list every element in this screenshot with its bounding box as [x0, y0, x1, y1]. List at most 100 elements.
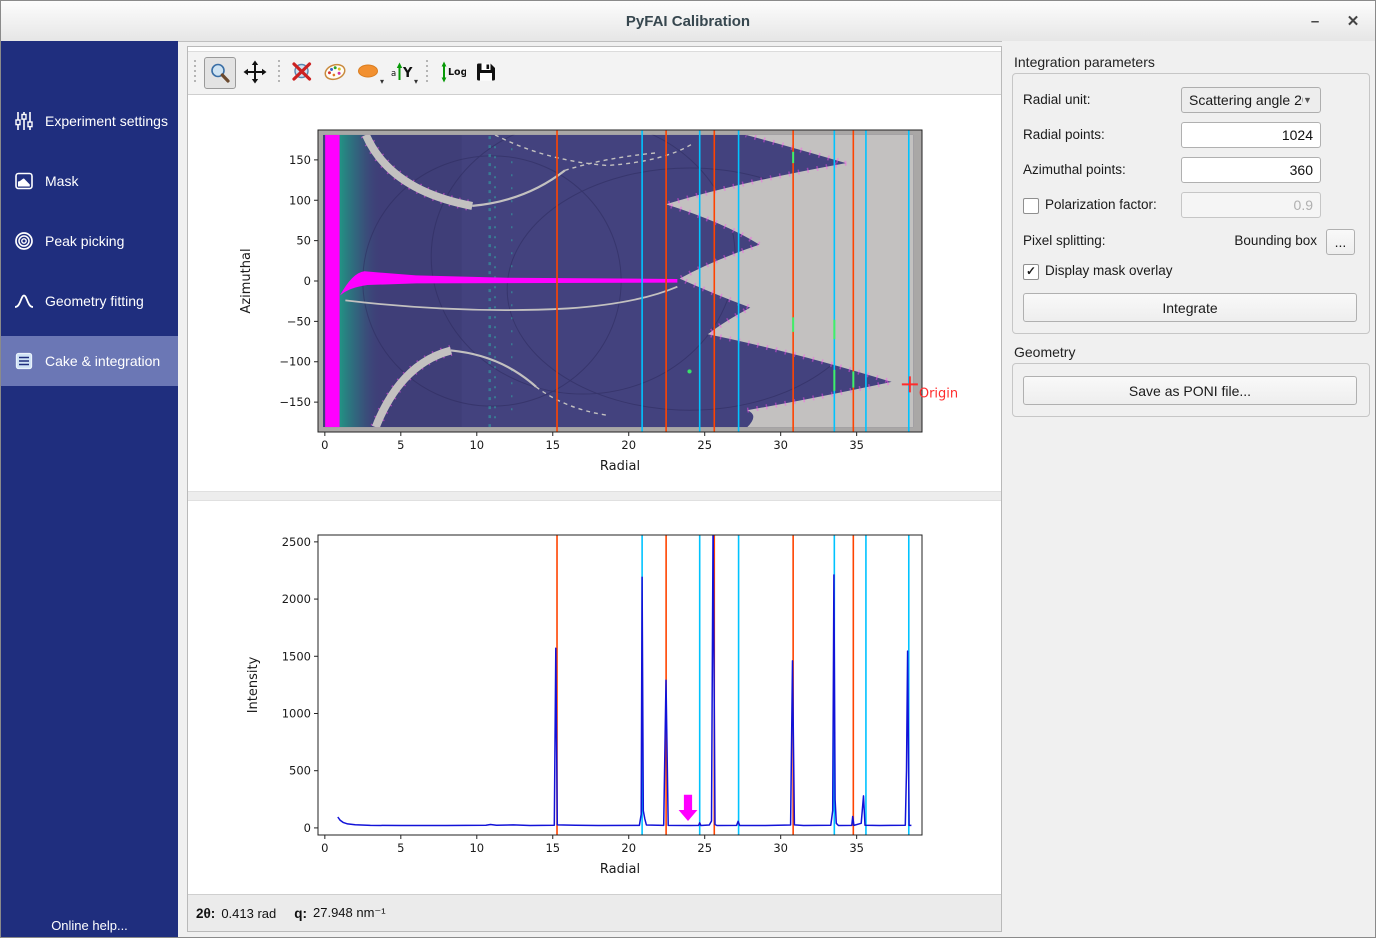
sidebar-item-experiment-settings[interactable]: Experiment settings — [1, 96, 178, 146]
svg-text:0: 0 — [321, 841, 328, 855]
cake-image — [323, 120, 913, 428]
toolbar-handle — [194, 60, 196, 84]
toolbar-separator — [426, 60, 428, 84]
toolbar-separator — [278, 60, 280, 84]
svg-text:5: 5 — [397, 841, 404, 855]
chevron-down-icon: ▼ — [1303, 95, 1312, 105]
mask-tool-button[interactable]: ▾ — [354, 57, 384, 87]
sidebar-item-mask[interactable]: Mask — [1, 156, 178, 206]
integrate-button[interactable]: Integrate — [1023, 293, 1357, 322]
svg-text:Intensity: Intensity — [246, 656, 261, 713]
status-bar: 2θ: 0.413 rad q: 27.948 nm⁻¹ — [188, 894, 1001, 931]
y-axis-autoscale-icon: a Y — [390, 60, 416, 84]
pan-tool-button[interactable] — [240, 57, 270, 87]
zoom-reset-icon — [290, 60, 314, 84]
pixel-splitting-label: Pixel splitting: — [1023, 228, 1106, 254]
svg-text:0: 0 — [304, 274, 311, 288]
peak-curve-icon — [14, 291, 34, 311]
plot-panel: ▾ a Y ▾ Log — [187, 46, 1002, 932]
svg-text:0: 0 — [304, 821, 311, 835]
svg-text:20: 20 — [621, 841, 636, 855]
svg-text:Radial: Radial — [600, 862, 640, 877]
sidebar-item-label: Peak picking — [45, 233, 124, 249]
svg-text:Radial: Radial — [600, 459, 640, 474]
save-plot-button[interactable] — [471, 57, 501, 87]
svg-text:25: 25 — [697, 841, 712, 855]
minimize-button[interactable]: – — [1301, 7, 1329, 35]
log-scale-button[interactable]: Log — [437, 57, 467, 87]
y-label: Y — [402, 66, 413, 81]
radial-points-label: Radial points: — [1023, 122, 1105, 148]
svg-text:−150: −150 — [279, 395, 311, 409]
log-label: Log — [448, 67, 466, 78]
svg-text:150: 150 — [289, 153, 311, 167]
radial-unit-select[interactable]: Scattering angle 2θ ▼ — [1181, 87, 1321, 113]
y-autoscale-button[interactable]: a Y ▾ — [388, 57, 418, 87]
zoom-reset-button[interactable] — [287, 57, 317, 87]
svg-text:1500: 1500 — [282, 649, 311, 663]
cake-plot-canvas[interactable]: 05101520253035150100500−50−100−150Radial… — [188, 93, 1003, 493]
masked-column — [325, 135, 339, 427]
svg-text:5: 5 — [397, 438, 404, 452]
ellipse-mask-icon — [356, 60, 382, 84]
app-window: PyFAI Calibration – ✕ Experiment setting… — [0, 0, 1376, 938]
q-value: 27.948 nm⁻¹ — [313, 905, 386, 921]
svg-text:25: 25 — [697, 438, 712, 452]
geometry-section-title: Geometry — [1014, 344, 1075, 360]
title-bar: PyFAI Calibration – ✕ — [1, 1, 1375, 42]
layers-icon — [14, 351, 34, 371]
sidebar-item-geometry-fitting[interactable]: Geometry fitting — [1, 276, 178, 326]
display-mask-label: Display mask overlay — [1045, 258, 1173, 284]
close-button[interactable]: ✕ — [1339, 7, 1367, 35]
svg-text:2500: 2500 — [282, 535, 311, 549]
geometry-groupbox: Save as PONI file... — [1012, 363, 1370, 417]
svg-text:Azimuthal: Azimuthal — [239, 248, 254, 313]
sidebar-item-label: Geometry fitting — [45, 293, 144, 309]
sidebar-item-cake-integration[interactable]: Cake & integration — [1, 336, 178, 386]
svg-text:15: 15 — [545, 438, 560, 452]
azimuthal-points-input[interactable]: 360 — [1181, 157, 1321, 183]
svg-text:1000: 1000 — [282, 706, 311, 720]
svg-text:35: 35 — [849, 841, 864, 855]
log-scale-icon: Log — [438, 60, 466, 84]
radial-unit-label: Radial unit: — [1023, 87, 1091, 113]
dropdown-caret-icon: ▾ — [380, 78, 384, 86]
polarization-checkbox[interactable] — [1023, 198, 1039, 214]
svg-text:10: 10 — [469, 841, 484, 855]
svg-text:30: 30 — [773, 841, 788, 855]
plot-toolbar: ▾ a Y ▾ Log — [188, 51, 1001, 95]
q-label: q: — [294, 906, 307, 921]
save-floppy-icon — [474, 60, 498, 84]
svg-text:500: 500 — [289, 764, 311, 778]
tth-label: 2θ: — [196, 906, 215, 921]
integration-plot-canvas[interactable]: 0510152025303505001000150020002500Radial… — [188, 499, 1003, 899]
integration-groupbox: Radial unit: Scattering angle 2θ ▼ Radia… — [1012, 73, 1370, 334]
pixel-splitting-more-button[interactable]: ... — [1326, 229, 1355, 255]
svg-text:Origin: Origin — [919, 386, 958, 401]
y-sub-label: a — [391, 69, 396, 79]
save-poni-button[interactable]: Save as PONI file... — [1023, 376, 1357, 405]
sidebar-item-label: Experiment settings — [45, 113, 168, 129]
dropdown-caret-icon: ▾ — [414, 78, 418, 86]
pan-arrows-icon — [243, 60, 267, 84]
sidebar-item-label: Mask — [45, 173, 78, 189]
window-title: PyFAI Calibration — [626, 13, 750, 30]
mask-icon — [14, 171, 34, 191]
polarization-label: Polarization factor: — [1045, 192, 1157, 218]
radial-unit-value: Scattering angle 2θ — [1182, 92, 1303, 108]
display-mask-checkbox[interactable]: ✓ — [1023, 264, 1039, 280]
sidebar-item-peak-picking[interactable]: Peak picking — [1, 216, 178, 266]
sidebar-item-label: Cake & integration — [45, 353, 160, 369]
pixel-splitting-value: Bounding box — [1234, 228, 1317, 254]
integration-panel: Integration parameters Radial unit: Scat… — [1002, 41, 1375, 937]
tth-value: 0.413 rad — [221, 906, 276, 921]
radial-points-input[interactable]: 1024 — [1181, 122, 1321, 148]
integration-section-title: Integration parameters — [1014, 54, 1155, 70]
svg-text:−50: −50 — [287, 314, 311, 328]
palette-icon — [322, 60, 348, 84]
svg-text:10: 10 — [469, 438, 484, 452]
zoom-tool-button[interactable] — [204, 57, 236, 89]
colormap-button[interactable] — [320, 57, 350, 87]
polarization-input: 0.9 — [1181, 192, 1321, 218]
online-help-link[interactable]: Online help... — [1, 918, 178, 933]
